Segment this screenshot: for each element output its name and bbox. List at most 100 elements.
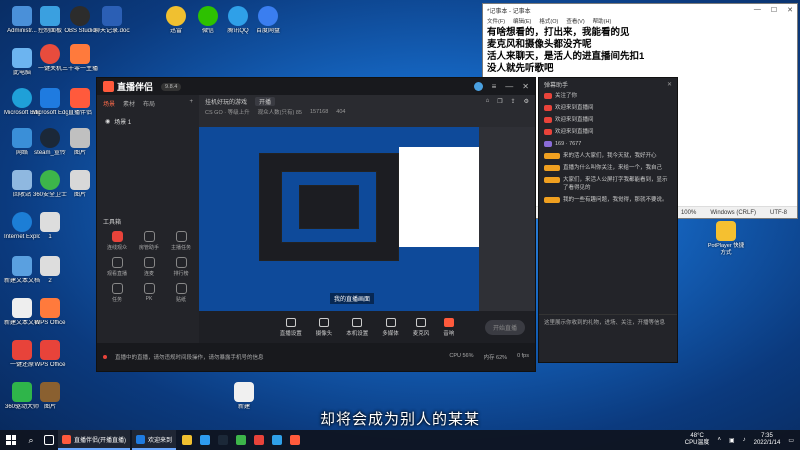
danmaku-message: 关注了你 [539, 90, 677, 102]
tool-button[interactable]: PK [133, 283, 165, 303]
tool-button[interactable]: 排行榜 [165, 257, 197, 277]
tool-button[interactable]: 连线观众 [101, 231, 133, 251]
desktop-icon[interactable]: 1 [32, 212, 68, 241]
nested-notepad [399, 147, 479, 247]
add-icon[interactable]: + [189, 99, 193, 108]
task-view-icon[interactable] [40, 430, 58, 450]
eye-icon[interactable]: ◉ [105, 118, 110, 125]
edge-icon [12, 88, 32, 108]
menu-help[interactable]: 帮助(H) [593, 17, 612, 25]
pinned-app-icon[interactable] [250, 430, 268, 450]
wechat-icon [198, 6, 218, 26]
tool-icon [111, 231, 123, 242]
tool-icon [175, 283, 187, 294]
tab-assets[interactable]: 素材 [123, 99, 135, 108]
tool-button[interactable]: 房管助手 [133, 231, 165, 251]
volume-icon[interactable]: ♪ [743, 437, 746, 443]
close-icon[interactable]: ✕ [667, 81, 672, 88]
share-icon[interactable]: ⇪ [511, 98, 516, 105]
cpu-temp[interactable]: 48°C CPU温度 [685, 433, 710, 447]
local-settings-button[interactable]: 本机设置 [346, 317, 368, 337]
play-icon [385, 317, 396, 327]
start-button[interactable] [0, 430, 22, 450]
menu-file[interactable]: 文件(F) [487, 17, 505, 25]
pinned-app-icon[interactable] [214, 430, 232, 450]
menu-view[interactable]: 查看(V) [566, 17, 584, 25]
gear-icon[interactable]: ⚙ [524, 98, 529, 105]
chevron-up-icon[interactable]: ˄ [717, 437, 721, 443]
menu-icon[interactable]: ≡ [492, 82, 497, 91]
avatar[interactable] [473, 82, 483, 91]
speaker-button[interactable]: 音响 [443, 317, 454, 337]
zoom-level: 100% [680, 209, 697, 216]
desktop-icon[interactable]: 三千零一主播 [62, 44, 98, 73]
pinned-app-icon[interactable] [268, 430, 286, 450]
desktop-icon[interactable]: 迅雷 [158, 6, 194, 35]
potplayer-shortcut[interactable]: PotPlayer 快捷方式 [706, 221, 746, 257]
desktop-icon[interactable]: WPS Office [32, 298, 68, 327]
taskbar-app[interactable]: 直播伴侣(开播直播) [58, 430, 130, 450]
microphone-button[interactable]: 麦克风 [413, 317, 429, 337]
tool-button[interactable]: 观看直播 [101, 257, 133, 277]
pinned-app-icon[interactable] [232, 430, 250, 450]
pinned-app-icon[interactable] [178, 430, 196, 450]
search-icon[interactable]: ⌕ [22, 430, 40, 450]
desktop-icon[interactable]: 图片 [32, 382, 68, 411]
live-companion-window[interactable]: 直播伴侣 9.8.4 ≡ — ✕ 场景 素材 布局 + ◉ 场景 1 工具箱 连… [96, 77, 536, 372]
menu-edit[interactable]: 编辑(E) [513, 17, 531, 25]
danmaku-header: 弹幕助手 ✕ [539, 78, 677, 90]
live-settings-button[interactable]: 直播设置 [280, 317, 302, 337]
desktop-icon[interactable]: 图片 [62, 170, 98, 199]
notepad-titlebar[interactable]: *记事本 - 记事本 — ☐ ✕ [483, 4, 797, 16]
scene-label: 场景 1 [114, 120, 132, 126]
toolbox-title: 工具箱 [103, 220, 122, 226]
desktop-icon[interactable]: 直播伴侣 [62, 88, 98, 117]
menu-format[interactable]: 格式(O) [539, 17, 558, 25]
desktop-icon[interactable]: WPS Office [32, 340, 68, 369]
video-subtitle: 却将会成为别人的某某 [319, 411, 480, 428]
danmaku-panel[interactable]: 弹幕助手 ✕ 关注了你 欢迎来到直播间 欢迎来到直播间 欢迎来到直播间 169 … [538, 77, 678, 363]
maximize-icon[interactable]: ☐ [771, 6, 777, 14]
network-icon[interactable]: ▣ [729, 437, 735, 444]
tab-layout[interactable]: 布局 [143, 99, 155, 108]
lock-icon[interactable]: ⌂ [486, 98, 490, 105]
tool-icon [175, 257, 187, 268]
preview-side [479, 127, 535, 327]
close-icon[interactable]: ✕ [787, 6, 793, 14]
camera-button[interactable]: 摄像头 [316, 317, 332, 337]
desktop-icon[interactable]: 百度网盘 [250, 6, 286, 35]
live-companion-icon [62, 434, 71, 444]
tool-button[interactable]: 主播任务 [165, 231, 197, 251]
desktop-icon[interactable]: 新建 [226, 382, 262, 411]
picture-icon [40, 382, 60, 402]
tool-button[interactable]: 贴纸 [165, 283, 197, 303]
desktop-icon[interactable]: 2 [32, 256, 68, 285]
start-live-button[interactable]: 开始直播 [484, 320, 525, 335]
desktop-icon[interactable]: OBS Studio [62, 6, 98, 35]
notification-icon[interactable]: ▭ [788, 437, 794, 444]
scene-item[interactable]: ◉ 场景 1 [101, 114, 195, 129]
taskbar-app[interactable]: 欢迎来到 [132, 430, 177, 450]
fan-badge-icon [544, 117, 552, 123]
room-name: 挂机好玩的游戏 [205, 99, 248, 106]
close-icon[interactable]: ✕ [522, 82, 529, 91]
media-button[interactable]: 多媒体 [382, 317, 399, 337]
copy-icon[interactable]: ❐ [497, 98, 502, 105]
pinned-app-icon[interactable] [196, 430, 214, 450]
clock[interactable]: 7:35 2022/1/14 [754, 433, 781, 447]
tool-button[interactable]: 任务 [101, 283, 133, 303]
pinned-app-icon[interactable] [286, 430, 304, 450]
new-file-icon [234, 382, 254, 402]
tab-scene[interactable]: 场景 [103, 99, 115, 108]
minimize-icon[interactable]: — [505, 82, 513, 91]
live-titlebar[interactable]: 直播伴侣 9.8.4 ≡ — ✕ [97, 78, 535, 95]
minimize-icon[interactable]: — [754, 6, 761, 14]
photo-icon [70, 170, 90, 190]
desktop-icon[interactable]: 聊天记录.docx [94, 6, 130, 35]
tool-button[interactable]: 连麦 [133, 257, 165, 277]
live-status-chip[interactable]: 开播 [255, 96, 276, 106]
level-badge-icon [544, 153, 560, 159]
memory-stat: 内存 62% [483, 355, 508, 361]
danmaku-message: 欢迎来到直播间 [539, 102, 677, 114]
desktop-icon[interactable]: 图片 [62, 128, 98, 157]
